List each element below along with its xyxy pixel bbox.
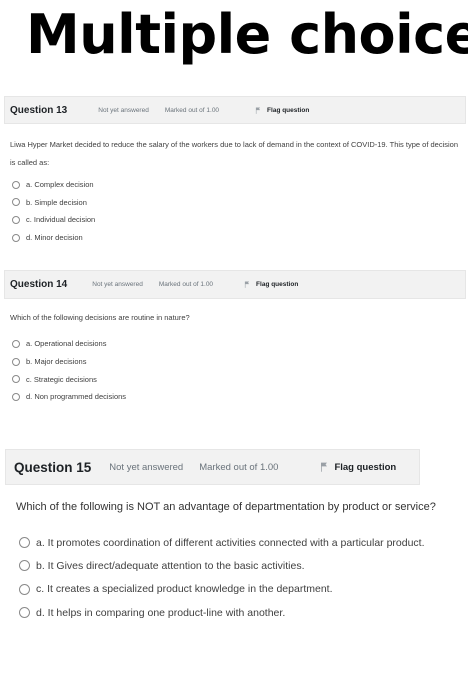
option-label: a. Operational decisions [26,339,107,349]
answer-options: a. It promotes coordination of different… [19,531,425,624]
option-label: a. It promotes coordination of different… [36,536,425,549]
question-number: Question 15 [14,459,92,475]
flag-question-button[interactable]: Flag question [320,462,396,473]
radio-button[interactable] [19,560,30,572]
answer-option-d[interactable]: d. Minor decision [12,229,95,247]
radio-button[interactable] [12,339,20,348]
option-label: c. It creates a specialized product know… [36,583,333,596]
radio-button[interactable] [12,215,20,224]
radio-button[interactable] [12,392,20,401]
answer-option-c[interactable]: c. It creates a specialized product know… [19,578,425,601]
question-header: Question 13 Not yet answered Marked out … [4,96,466,124]
option-label: b. Simple decision [26,197,87,207]
answer-option-a[interactable]: a. Complex decision [12,176,95,194]
question-text: Which of the following is NOT an advanta… [16,501,436,513]
answer-option-a[interactable]: a. It promotes coordination of different… [19,531,425,554]
question-state: Not yet answered [98,106,149,114]
radio-button[interactable] [12,375,20,384]
flag-question-label: Flag question [334,461,397,473]
radio-button[interactable] [12,180,20,189]
answer-option-b[interactable]: b. Simple decision [12,194,95,212]
radio-button[interactable] [12,198,20,207]
option-label: b. Major decisions [26,357,87,367]
flag-question-label: Flag question [256,281,299,288]
answer-options: a. Operational decisions b. Major decisi… [12,335,126,406]
option-label: d. It helps in comparing one product-lin… [36,606,286,619]
option-label: b. It Gives direct/adequate attention to… [36,559,305,572]
answer-option-c[interactable]: c. Individual decision [12,211,95,229]
flag-icon [244,281,250,288]
answer-option-b[interactable]: b. Major decisions [12,353,126,371]
flag-question-button[interactable]: Flag question [244,281,298,288]
question-grade: Marked out of 1.00 [164,106,220,114]
question-grade: Marked out of 1.00 [158,281,214,288]
radio-button[interactable] [12,357,20,366]
question-header: Question 14 Not yet answered Marked out … [4,270,466,299]
question-text: Liwa Hyper Market decided to reduce the … [10,140,459,167]
option-label: c. Strategic decisions [26,374,97,384]
radio-button[interactable] [19,583,30,595]
answer-option-a[interactable]: a. Operational decisions [12,335,126,353]
answer-option-d[interactable]: d. Non programmed decisions [12,388,126,406]
flag-question-button[interactable]: Flag question [255,107,309,114]
page-title: Multiple choice [26,3,468,66]
question-number: Question 14 [10,279,68,290]
question-grade: Marked out of 1.00 [199,461,279,473]
option-label: d. Minor decision [26,233,83,243]
radio-button[interactable] [19,607,30,619]
question-state: Not yet answered [109,461,184,473]
option-label: d. Non programmed decisions [26,392,127,402]
option-label: a. Complex decision [26,180,94,190]
answer-option-c[interactable]: c. Strategic decisions [12,370,126,388]
answer-option-b[interactable]: b. It Gives direct/adequate attention to… [19,554,425,577]
question-number: Question 13 [10,104,68,116]
option-label: c. Individual decision [26,215,96,225]
question-header: Question 15 Not yet answered Marked out … [5,449,420,485]
question-text: Which of the following decisions are rou… [10,313,190,322]
flag-icon [255,106,261,114]
answer-options: a. Complex decision b. Simple decision c… [12,176,95,246]
radio-button[interactable] [19,537,30,549]
flag-icon [321,462,328,472]
flag-question-label: Flag question [267,106,310,114]
question-state: Not yet answered [92,281,143,288]
radio-button[interactable] [12,233,20,242]
answer-option-d[interactable]: d. It helps in comparing one product-lin… [19,601,425,624]
